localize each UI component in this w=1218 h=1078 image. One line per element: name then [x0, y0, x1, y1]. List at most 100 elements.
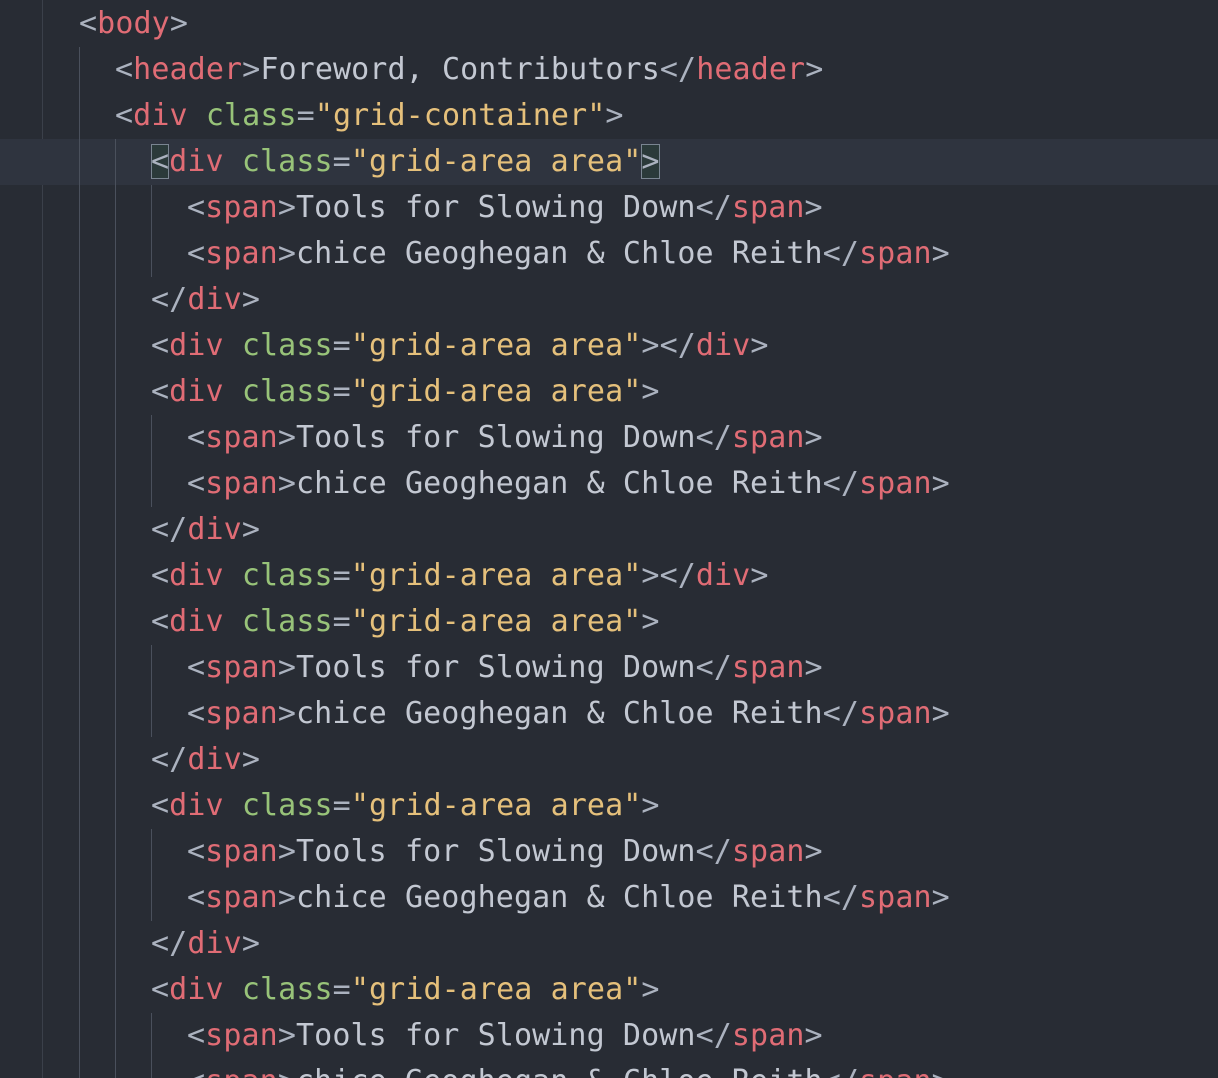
token-tag: div: [169, 328, 224, 363]
code-line[interactable]: <span>chice Geoghegan & Chloe Reith</spa…: [0, 875, 1218, 921]
code-line[interactable]: <span>Tools for Slowing Down</span>: [0, 1013, 1218, 1059]
indent-guide: [79, 185, 80, 231]
code-text: <span>chice Geoghegan & Chloe Reith</spa…: [187, 1059, 950, 1078]
token-punct: >: [804, 834, 823, 869]
token-str: "grid-area area": [350, 558, 642, 593]
code-line[interactable]: <span>Tools for Slowing Down</span>: [0, 645, 1218, 691]
code-text: <span>chice Geoghegan & Chloe Reith</spa…: [187, 875, 950, 921]
token-punct: </: [822, 466, 860, 501]
token-punct: </: [695, 834, 732, 869]
token-tag: span: [205, 834, 278, 869]
code-text: <div class="grid-area area">: [151, 599, 660, 645]
token-tag: span: [731, 190, 805, 225]
token-punct: <: [187, 834, 206, 869]
code-line[interactable]: <div class="grid-area area">: [0, 599, 1218, 645]
code-line[interactable]: <div class="grid-area area">: [0, 783, 1218, 829]
indent-guide: [115, 369, 116, 415]
code-line[interactable]: </div>: [0, 507, 1218, 553]
indent-guide: [115, 231, 116, 277]
indent-guide: [115, 507, 116, 553]
indent-guide: [115, 967, 116, 1013]
token-punct: <: [79, 6, 98, 41]
code-line[interactable]: <div class="grid-area area"></div>: [0, 553, 1218, 599]
token-tag: span: [205, 420, 278, 455]
code-text: <div class="grid-area area">: [151, 369, 660, 415]
code-text: <span>Tools for Slowing Down</span>: [187, 645, 823, 691]
code-line[interactable]: <span>chice Geoghegan & Chloe Reith</spa…: [0, 231, 1218, 277]
token-punct: >: [169, 6, 188, 41]
code-text: <span>Tools for Slowing Down</span>: [187, 185, 823, 231]
code-line[interactable]: <body>: [0, 1, 1218, 47]
code-line[interactable]: <span>Tools for Slowing Down</span>: [0, 829, 1218, 875]
token-tag: span: [205, 190, 278, 225]
token-punct: <: [151, 328, 170, 363]
indent-guide: [115, 737, 116, 783]
token-punct: ></: [641, 328, 696, 363]
token-punct: <: [115, 52, 134, 87]
code-line[interactable]: </div>: [0, 277, 1218, 323]
token-tag: body: [97, 6, 170, 41]
token-punct: <: [187, 696, 206, 731]
token-punct: =: [332, 972, 351, 1007]
indent-guide: [115, 277, 116, 323]
code-line[interactable]: <span>chice Geoghegan & Chloe Reith</spa…: [0, 1059, 1218, 1078]
token-punct: <: [115, 98, 134, 133]
token-tag: span: [205, 1018, 278, 1053]
code-line[interactable]: <div class="grid-container">: [0, 93, 1218, 139]
code-text: <body>: [79, 1, 188, 47]
token-punct: =: [332, 144, 351, 179]
code-line[interactable]: <span>Tools for Slowing Down</span>: [0, 185, 1218, 231]
token-punct: </: [823, 1064, 859, 1078]
token-punct: </: [151, 926, 188, 961]
indent-guide: [151, 415, 152, 461]
indent-guide: [79, 645, 80, 691]
token-tag: div: [695, 328, 751, 363]
code-line[interactable]: <span>Tools for Slowing Down</span>: [0, 415, 1218, 461]
indent-guide: [79, 231, 80, 277]
token-punct: </: [151, 742, 188, 777]
token-punct: <: [187, 1064, 205, 1078]
token-tag: div: [187, 282, 242, 317]
code-text: <div class="grid-area area"></div>: [151, 323, 769, 369]
indent-guide: [151, 1059, 152, 1078]
token-punct: <: [151, 788, 170, 823]
code-line[interactable]: <header>Foreword, Contributors</header>: [0, 47, 1218, 93]
token-tag: span: [731, 650, 805, 685]
token-attr: class: [241, 972, 333, 1007]
indent-guide: [79, 967, 80, 1013]
indent-guide: [115, 553, 116, 599]
token-attr: class: [241, 558, 333, 593]
code-line[interactable]: <div class="grid-area area"></div>: [0, 323, 1218, 369]
token-punct: >: [804, 1018, 823, 1053]
token-punct: >: [241, 742, 260, 777]
token-punct: </: [822, 236, 860, 271]
token-punct: >: [641, 972, 660, 1007]
code-line[interactable]: </div>: [0, 921, 1218, 967]
indent-guide: [115, 921, 116, 967]
indent-guide: [79, 553, 80, 599]
code-line[interactable]: <div class="grid-area area">: [0, 369, 1218, 415]
code-line[interactable]: <span>chice Geoghegan & Chloe Reith</spa…: [0, 691, 1218, 737]
token-tag: div: [695, 558, 751, 593]
token-tag: span: [731, 420, 805, 455]
token-punct: =: [332, 558, 351, 593]
token-punct: >: [641, 374, 660, 409]
indent-guide: [79, 921, 80, 967]
token-text: chice Geoghegan & Chloe Reith: [296, 696, 823, 731]
code-editor[interactable]: <body> <header>Foreword, Contributors</he…: [0, 0, 1218, 1078]
indent-guide: [115, 185, 116, 231]
code-text: <span>Tools for Slowing Down</span>: [187, 1013, 823, 1059]
code-line[interactable]: </div>: [0, 737, 1218, 783]
token-punct: >: [277, 696, 296, 731]
code-line-current[interactable]: <div class="grid-area area">: [0, 139, 1218, 185]
indent-guide: [115, 783, 116, 829]
code-line[interactable]: <div class="grid-area area">: [0, 967, 1218, 1013]
code-text: <span>Tools for Slowing Down</span>: [187, 415, 823, 461]
indent-guide: [115, 1059, 116, 1078]
code-line[interactable]: <span>chice Geoghegan & Chloe Reith</spa…: [0, 461, 1218, 507]
indent-guide: [115, 875, 116, 921]
token-punct: >: [750, 558, 769, 593]
indent-guide: [79, 691, 80, 737]
token-text: Foreword, Contributors: [260, 52, 660, 87]
